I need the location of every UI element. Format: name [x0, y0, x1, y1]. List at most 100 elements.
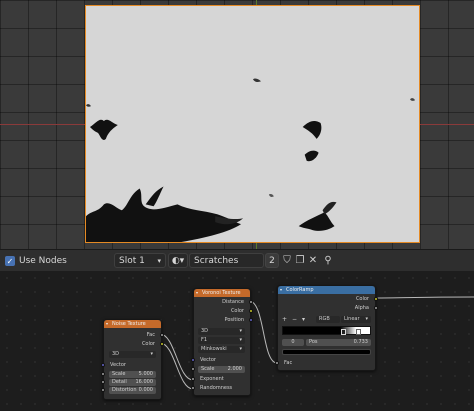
color-mode-value: RGB [319, 316, 330, 322]
noise-node-title: Noise Texture [112, 321, 146, 327]
ramp-menu-chevron-icon[interactable]: ▾ [302, 316, 305, 323]
color-mode-dropdown[interactable]: RGB [316, 316, 340, 323]
feature-dropdown[interactable]: F1 ▾ [198, 337, 245, 344]
metric-value: Minkowski [201, 346, 227, 352]
slot-label: Slot 1 [119, 255, 145, 266]
output-color-label: Color [355, 296, 369, 302]
input-detail-socket[interactable] [101, 380, 105, 384]
position-field[interactable]: Pos 0.733 [306, 339, 371, 346]
input-distortion-socket[interactable] [101, 388, 105, 392]
position-value: 0.733 [353, 339, 368, 345]
input-fac-label: Fac [284, 360, 293, 366]
input-vector-socket[interactable] [101, 363, 105, 367]
remove-stop-button[interactable]: − [292, 316, 297, 323]
texture-preview [85, 5, 420, 243]
dimensions-value: 3D [112, 351, 120, 357]
chevron-down-icon: ▾ [365, 316, 368, 322]
node-editor-canvas[interactable]: ▾ Noise Texture Fac Color 3D ▾ Vector Sc… [0, 271, 474, 411]
chevron-down-icon: ▾ [239, 337, 242, 343]
scale-label: Scale [201, 366, 215, 372]
output-color-socket[interactable] [160, 342, 164, 346]
link-noise-fac-to-exponent [159, 333, 194, 381]
scale-label: Scale [112, 371, 126, 377]
output-color-socket[interactable] [249, 309, 253, 313]
detail-label: Detail [112, 379, 127, 385]
scale-field[interactable]: Scale 2.000 [198, 366, 245, 373]
dimensions-dropdown[interactable]: 3D ▾ [109, 351, 156, 358]
distortion-field[interactable]: Distortion 0.000 [109, 387, 156, 394]
chevron-down-icon: ▾ [157, 256, 161, 265]
input-exponent-socket[interactable] [191, 377, 195, 381]
output-color-label: Color [141, 341, 155, 347]
position-label: Pos [309, 339, 318, 345]
metric-dropdown[interactable]: Minkowski ▾ [198, 346, 245, 353]
link-distance-to-fac [248, 300, 278, 364]
voronoi-node-header[interactable]: ▾ Voronoi Texture [194, 289, 250, 297]
ramp-stop-handle-black[interactable] [341, 329, 346, 335]
link-noise-color-to-randomness [159, 342, 194, 390]
stop-index-field[interactable]: 0 [282, 339, 304, 346]
use-nodes-checkbox[interactable]: ✓ [5, 256, 15, 266]
material-sphere-icon: ◐▾ [171, 255, 185, 266]
output-distance-socket[interactable] [249, 300, 253, 304]
interpolation-dropdown[interactable]: Linear ▾ [341, 316, 371, 323]
voronoi-texture-node[interactable]: ▾ Voronoi Texture Distance Color Positio… [191, 288, 253, 396]
browse-material-button[interactable]: ◐▾ [168, 253, 188, 268]
output-distance-label: Distance [222, 299, 244, 305]
use-nodes-label: Use Nodes [19, 255, 67, 266]
input-vector-label: Vector [200, 357, 216, 363]
slot-dropdown[interactable]: Slot 1 ▾ [114, 253, 166, 268]
user-count-badge[interactable]: 2 [265, 253, 279, 268]
input-randomness-socket[interactable] [191, 386, 195, 390]
scale-value: 5.000 [138, 371, 153, 377]
input-scale-socket[interactable] [191, 367, 195, 371]
input-exponent-label: Exponent [200, 376, 224, 382]
image-viewport[interactable] [0, 0, 474, 249]
feature-value: F1 [201, 337, 208, 343]
input-vector-socket[interactable] [191, 358, 195, 362]
output-position-label: Position [224, 317, 244, 323]
output-color-socket[interactable] [374, 297, 378, 301]
output-position-socket[interactable] [249, 318, 253, 322]
noise-texture-node[interactable]: ▾ Noise Texture Fac Color 3D ▾ Vector Sc… [101, 319, 164, 400]
material-name-field[interactable]: Scratches [189, 253, 264, 268]
colorramp-node-title: ColorRamp [286, 287, 314, 293]
input-scale-socket[interactable] [101, 372, 105, 376]
collapse-arrow-icon[interactable]: ▾ [196, 289, 198, 297]
duplicate-icon[interactable]: ❐ [294, 253, 306, 268]
detail-field[interactable]: Detail 16.000 [109, 379, 156, 386]
output-color-label: Color [230, 308, 244, 314]
dimensions-value: 3D [201, 328, 209, 334]
fake-user-shield-icon[interactable]: ⛉ [281, 253, 293, 268]
dimensions-dropdown[interactable]: 3D ▾ [198, 328, 245, 335]
stop-color-swatch[interactable] [282, 349, 371, 355]
interpolation-value: Linear [344, 316, 360, 322]
unlink-icon[interactable]: ✕ [307, 253, 319, 268]
output-alpha-socket[interactable] [374, 306, 378, 310]
chevron-down-icon: ▾ [239, 328, 242, 334]
colorramp-node[interactable]: ▾ ColorRamp Color Alpha + − ▾ RGB Linear… [275, 285, 378, 371]
detail-value: 16.000 [135, 379, 154, 385]
input-vector-label: Vector [110, 362, 126, 368]
input-fac-socket[interactable] [275, 361, 279, 365]
noise-node-header[interactable]: ▾ Noise Texture [104, 320, 161, 328]
colorramp-node-header[interactable]: ▾ ColorRamp [278, 286, 375, 294]
pin-icon[interactable]: ⚲ [322, 253, 334, 268]
output-fac-label: Fac [146, 332, 155, 338]
voronoi-node-title: Voronoi Texture [202, 290, 241, 296]
chevron-down-icon: ▾ [239, 346, 242, 352]
output-alpha-label: Alpha [354, 305, 369, 311]
add-stop-button[interactable]: + [282, 316, 287, 323]
output-fac-socket[interactable] [160, 333, 164, 337]
node-editor-header: ✓ Use Nodes Slot 1 ▾ ◐▾ Scratches 2 ⛉ ❐ … [0, 249, 474, 271]
collapse-arrow-icon[interactable]: ▾ [106, 320, 108, 328]
link-color-out [373, 296, 474, 299]
input-randomness-label: Randomness [200, 385, 233, 391]
distortion-value: 0.000 [138, 387, 153, 393]
distortion-label: Distortion [112, 387, 137, 393]
scale-field[interactable]: Scale 5.000 [109, 371, 156, 378]
collapse-arrow-icon[interactable]: ▾ [280, 286, 282, 294]
scratch-texture-image [86, 6, 419, 242]
scale-value: 2.000 [227, 366, 242, 372]
ramp-stop-handle-white[interactable] [356, 329, 361, 335]
